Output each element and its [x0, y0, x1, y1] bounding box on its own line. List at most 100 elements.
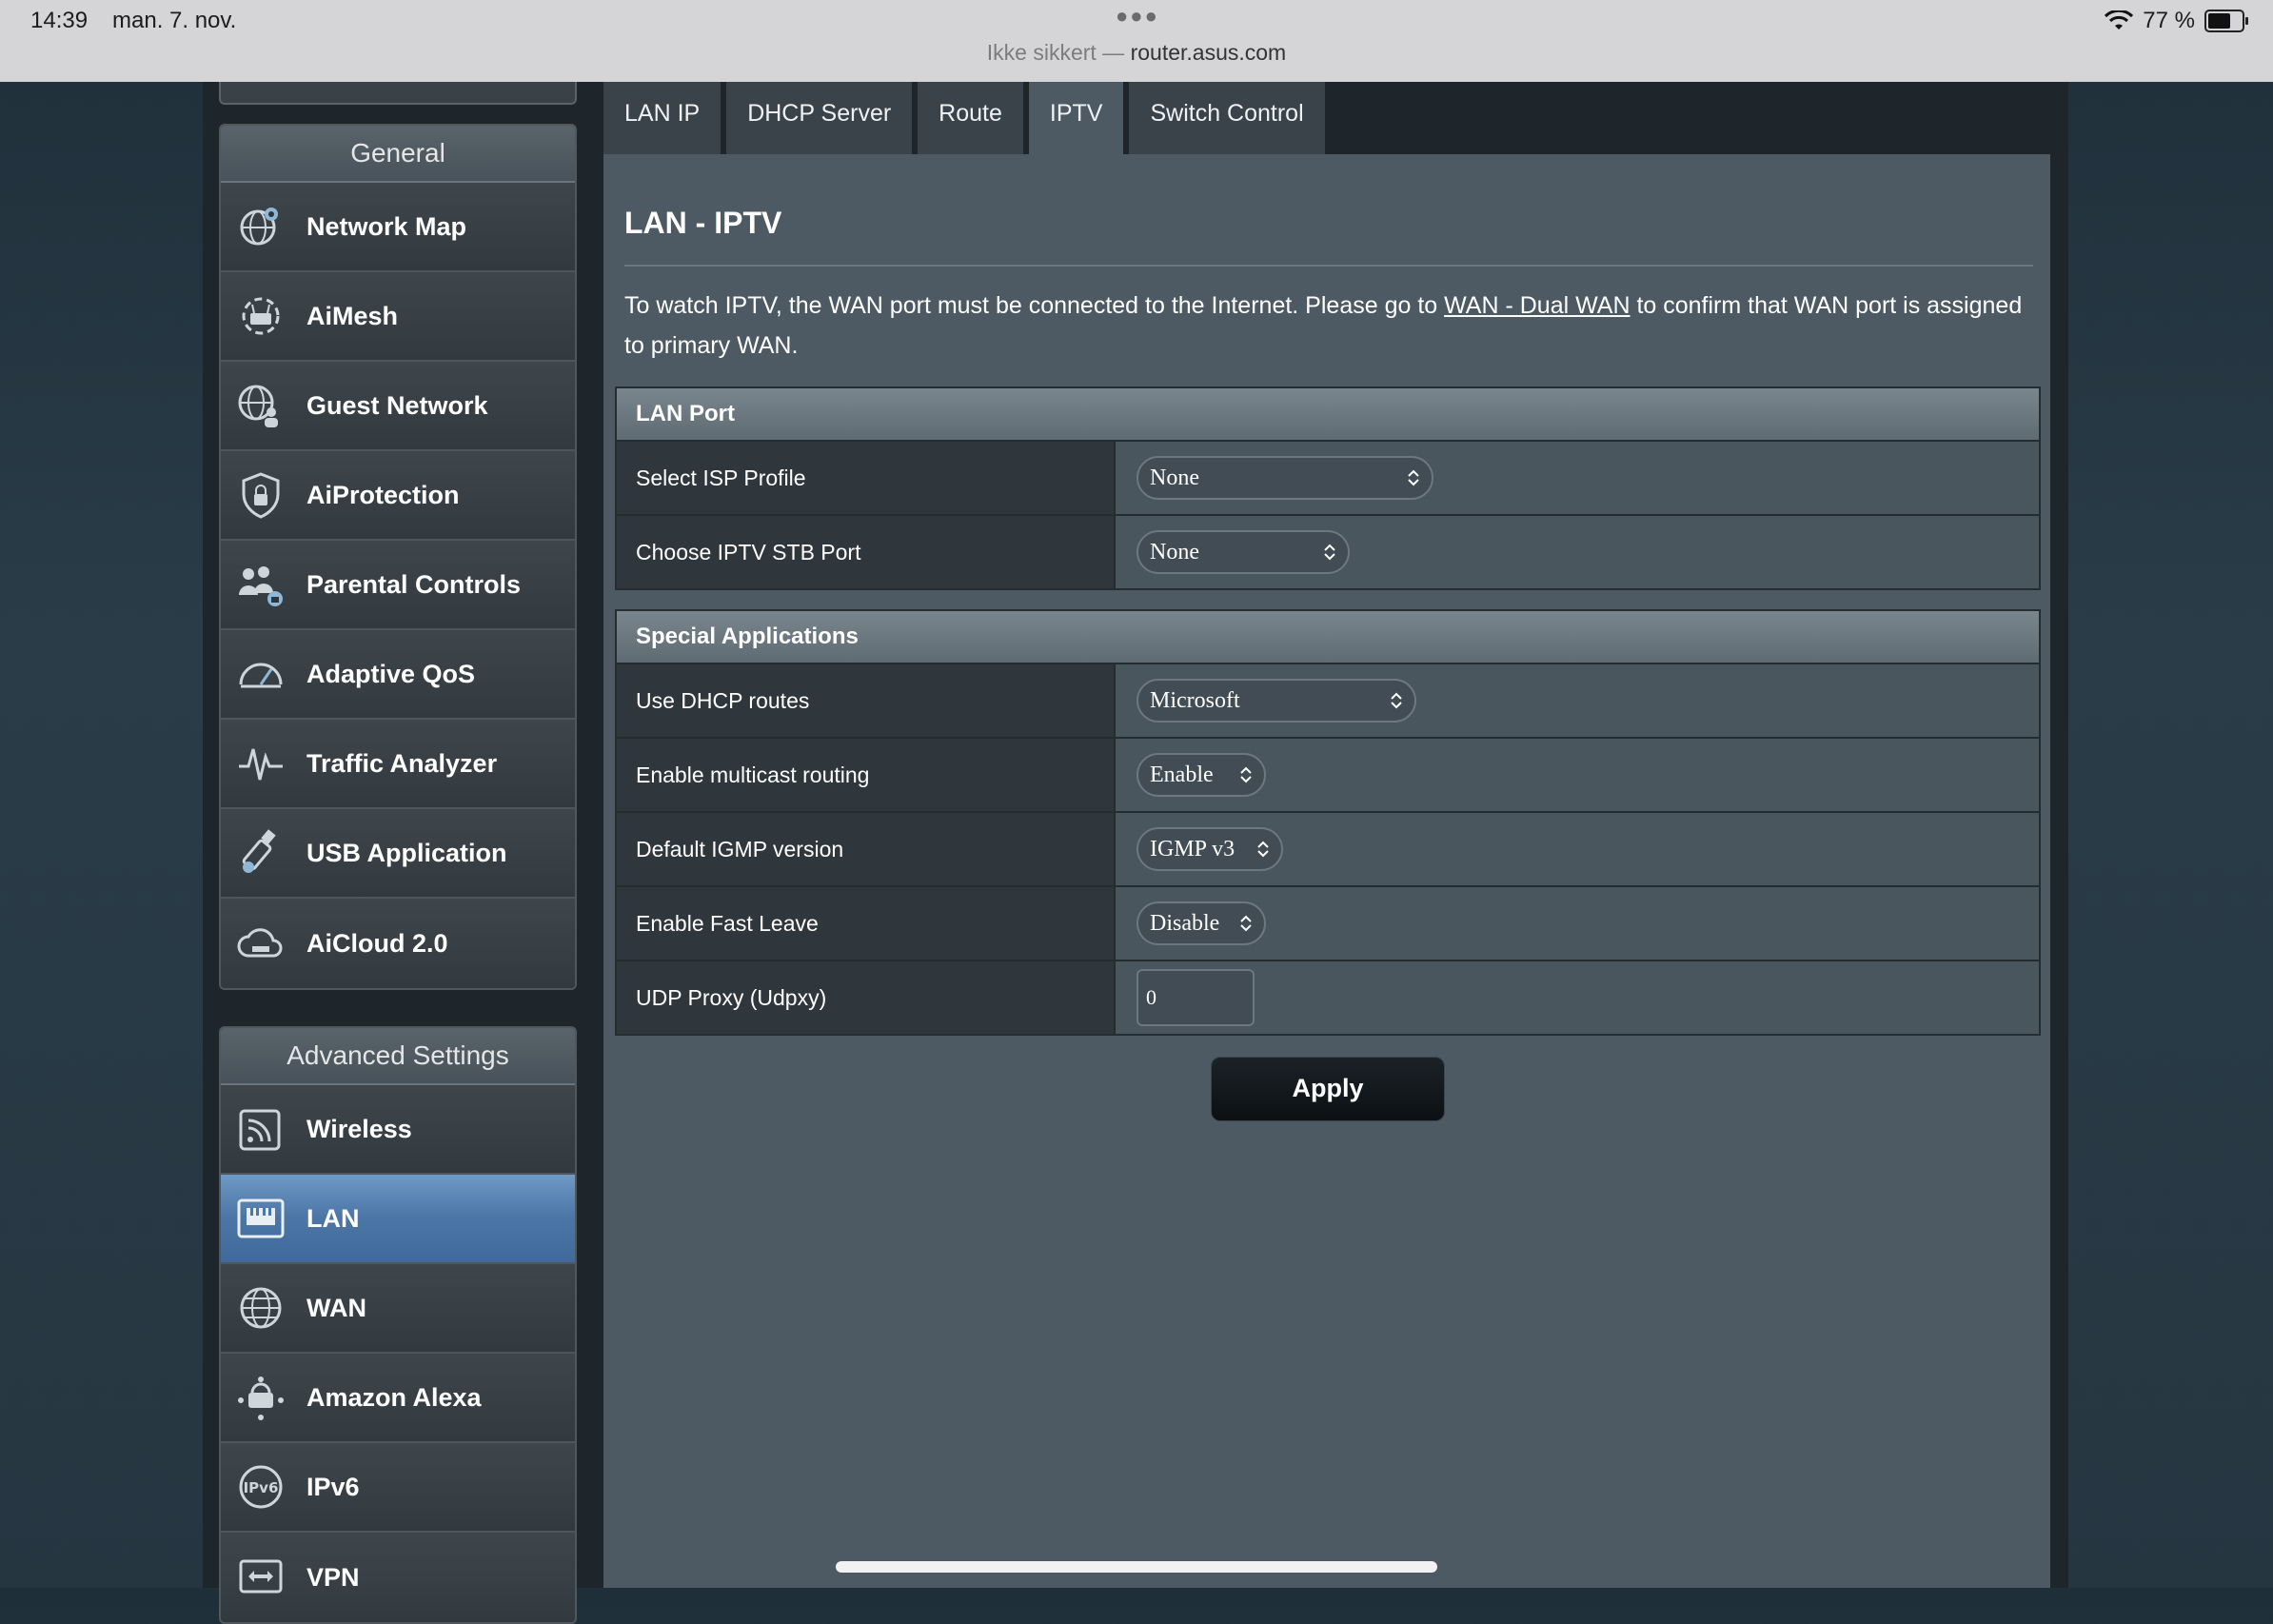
select-chevron-icon	[1408, 469, 1419, 486]
stb-port-row: Choose IPTV STB Port None	[617, 514, 2039, 588]
intro-text: To watch IPTV, the WAN port must be conn…	[624, 286, 2024, 366]
isp-profile-row: Select ISP Profile None	[617, 440, 2039, 514]
wireless-icon	[234, 1102, 287, 1156]
fast-leave-label: Enable Fast Leave	[617, 887, 1116, 960]
sidebar-item-label: WAN	[306, 1293, 366, 1322]
lan-port-panel: LAN Port Select ISP Profile None Choose …	[615, 386, 2041, 590]
udpxy-label: UDP Proxy (Udpxy)	[617, 961, 1116, 1034]
sidebar-item-label: Amazon Alexa	[306, 1382, 482, 1412]
tab-switch-control[interactable]: Switch Control	[1129, 82, 1325, 154]
dhcp-routes-row: Use DHCP routes Microsoft	[617, 663, 2039, 737]
sidebar-item-label: Network Map	[306, 211, 467, 241]
sidebar-item-aimesh[interactable]: AiMesh	[221, 272, 575, 362]
not-secure-label: Ikke sikkert —	[986, 40, 1125, 65]
fast-leave-row: Enable Fast Leave Disable	[617, 885, 2039, 960]
sidebar-item-label: Guest Network	[306, 390, 488, 420]
mesh-router-icon	[234, 289, 287, 343]
sidebar-item-parental-controls[interactable]: Parental Controls	[221, 541, 575, 630]
sidebar-item-traffic-analyzer[interactable]: Traffic Analyzer	[221, 720, 575, 809]
globe-icon	[234, 1281, 287, 1335]
sidebar-item-label: Wireless	[306, 1114, 412, 1143]
sidebar-item-label: AiProtection	[306, 480, 460, 509]
general-section: General Network Map AiMesh Guest Network…	[219, 124, 577, 990]
fast-leave-value: Disable	[1150, 910, 1220, 936]
select-chevron-icon	[1257, 841, 1269, 858]
advanced-header: Advanced Settings	[221, 1028, 575, 1085]
sidebar-item-usb-application[interactable]: USB Application	[221, 809, 575, 899]
battery-percent: 77 %	[2143, 8, 2195, 33]
select-chevron-icon	[1240, 915, 1252, 932]
isp-profile-label: Select ISP Profile	[617, 442, 1116, 514]
usb-icon	[234, 826, 287, 880]
intro-before: To watch IPTV, the WAN port must be conn…	[624, 292, 1445, 319]
sidebar-item-lan[interactable]: LAN	[221, 1175, 575, 1264]
wifi-icon	[2105, 10, 2134, 30]
igmp-version-label: Default IGMP version	[617, 813, 1116, 885]
lan-tabs: LAN IP DHCP Server Route IPTV Switch Con…	[603, 82, 1331, 154]
family-lock-icon	[234, 558, 287, 611]
dhcp-routes-select[interactable]: Microsoft	[1136, 679, 1416, 723]
stb-port-value: None	[1150, 539, 1199, 564]
isp-profile-select[interactable]: None	[1136, 456, 1433, 500]
sidebar-item-aiprotection[interactable]: AiProtection	[221, 451, 575, 541]
multicast-routing-select[interactable]: Enable	[1136, 753, 1266, 797]
sidebar-top-stub	[219, 82, 577, 105]
gauge-icon	[234, 647, 287, 701]
select-chevron-icon	[1240, 766, 1252, 783]
sidebar-item-wan[interactable]: WAN	[221, 1264, 575, 1354]
sidebar-item-guest-network[interactable]: Guest Network	[221, 362, 575, 451]
sidebar-item-ipv6[interactable]: IPv6 IPv6	[221, 1443, 575, 1533]
advanced-section: Advanced Settings Wireless LAN WAN Amazo…	[219, 1026, 577, 1624]
igmp-version-select[interactable]: IGMP v3	[1136, 827, 1283, 871]
tab-dhcp-server[interactable]: DHCP Server	[726, 82, 913, 154]
sidebar-item-vpn[interactable]: VPN	[221, 1533, 575, 1622]
udpxy-row: UDP Proxy (Udpxy) 0	[617, 960, 2039, 1034]
tab-iptv[interactable]: IPTV	[1028, 82, 1124, 154]
lan-port-icon	[234, 1192, 287, 1245]
sidebar-item-amazon-alexa[interactable]: Amazon Alexa	[221, 1354, 575, 1443]
sidebar-item-network-map[interactable]: Network Map	[221, 183, 575, 272]
select-chevron-icon	[1324, 544, 1335, 561]
shield-lock-icon	[234, 468, 287, 522]
sidebar-item-label: Parental Controls	[306, 569, 522, 599]
sidebar-item-label: LAN	[306, 1203, 360, 1233]
title-divider	[624, 265, 2033, 267]
sidebar-item-wireless[interactable]: Wireless	[221, 1085, 575, 1175]
wan-dual-wan-link[interactable]: WAN - Dual WAN	[1444, 292, 1630, 319]
lan-port-header: LAN Port	[617, 388, 2039, 440]
alexa-icon	[234, 1371, 287, 1424]
apply-button[interactable]: Apply	[1211, 1057, 1445, 1121]
special-applications-panel: Special Applications Use DHCP routes Mic…	[615, 609, 2041, 1036]
multicast-routing-value: Enable	[1150, 762, 1214, 787]
igmp-version-value: IGMP v3	[1150, 836, 1235, 862]
sidebar-item-label: AiMesh	[306, 301, 399, 330]
tab-route[interactable]: Route	[918, 82, 1023, 154]
page-title: LAN - IPTV	[624, 206, 782, 240]
svg-text:IPv6: IPv6	[244, 1479, 279, 1496]
fast-leave-select[interactable]: Disable	[1136, 901, 1266, 945]
url-text: router.asus.com	[1130, 40, 1287, 65]
sidebar-item-label: AiCloud 2.0	[306, 928, 448, 958]
tab-lan-ip[interactable]: LAN IP	[603, 82, 721, 154]
general-header: General	[221, 126, 575, 183]
special-applications-header: Special Applications	[617, 611, 2039, 663]
stb-port-label: Choose IPTV STB Port	[617, 516, 1116, 588]
sidebar-item-aicloud[interactable]: AiCloud 2.0	[221, 899, 575, 988]
pulse-icon	[234, 737, 287, 790]
sidebar-item-label: IPv6	[306, 1472, 360, 1501]
cloud-icon	[234, 917, 287, 970]
dhcp-routes-label: Use DHCP routes	[617, 664, 1116, 737]
multicast-routing-label: Enable multicast routing	[617, 739, 1116, 811]
sidebar-item-label: Traffic Analyzer	[306, 748, 498, 778]
vpn-icon	[234, 1551, 287, 1604]
address-bar[interactable]: Ikke sikkert — router.asus.com	[0, 40, 2273, 66]
globe-pin-icon	[234, 200, 287, 253]
status-right: 77 %	[2105, 8, 2248, 34]
more-dots-icon[interactable]: ●●●	[1116, 4, 1159, 29]
udpxy-input[interactable]: 0	[1136, 969, 1255, 1026]
sidebar-item-adaptive-qos[interactable]: Adaptive QoS	[221, 630, 575, 720]
multicast-routing-row: Enable multicast routing Enable	[617, 737, 2039, 811]
stb-port-select[interactable]: None	[1136, 530, 1350, 574]
ipv6-icon: IPv6	[234, 1460, 287, 1514]
sidebar-item-label: USB Application	[306, 838, 507, 867]
